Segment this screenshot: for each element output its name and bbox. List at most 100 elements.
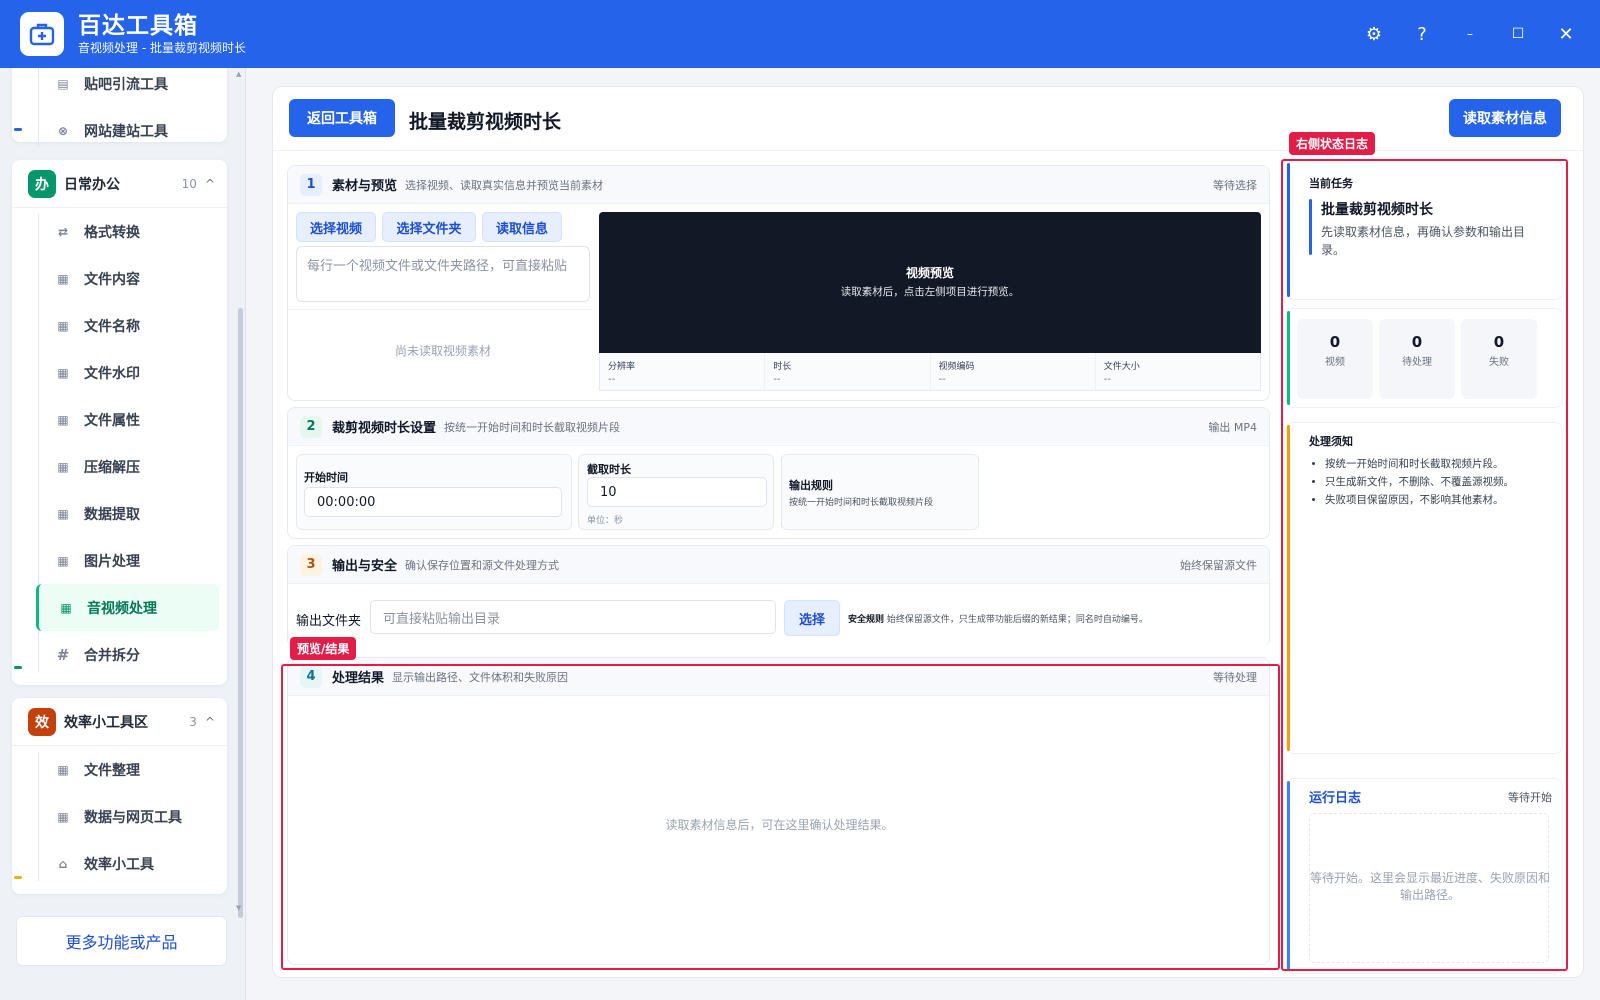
sidebar-item-efficiency-tools[interactable]: ⌂ 效率小工具 — [36, 840, 219, 887]
sidebar-item-compress[interactable]: ▦ 压缩解压 — [36, 443, 219, 490]
duration-input[interactable]: 10 — [587, 477, 767, 507]
scroll-up-icon[interactable]: ▲ — [236, 70, 241, 78]
toolbox-icon: ⌂ — [58, 856, 68, 871]
sidebar-item-website[interactable]: ⊗ 网站建站工具 — [36, 107, 219, 154]
sidebar-item-data-web[interactable]: ▦ 数据与网页工具 — [36, 793, 219, 840]
group-badge: 效 — [28, 707, 56, 736]
collapse-caret-icon[interactable]: ^ — [205, 715, 215, 729]
sidebar-item-tieba[interactable]: ▤ 贴吧引流工具 — [36, 68, 219, 107]
meta-resolution: 分辨率 -- — [600, 353, 766, 390]
globe-icon: ⊗ — [57, 123, 69, 138]
sidebar-item-label: 文件水印 — [84, 365, 140, 382]
read-info-button[interactable]: 读取信息 — [482, 212, 562, 242]
sidebar-scrollbar[interactable] — [238, 308, 243, 918]
help-icon[interactable]: ? — [1398, 14, 1446, 54]
group-header[interactable]: 效 效率小工具区 3 ^ — [12, 698, 227, 746]
stat-pending: 0 待处理 — [1379, 319, 1455, 399]
safety-rule-title: 安全规则 — [848, 615, 885, 625]
more-products-button[interactable]: 更多功能或产品 — [16, 916, 227, 966]
sidebar-item-data-extract[interactable]: ▦ 数据提取 — [36, 490, 219, 537]
annotation-right-tag: 右侧状态日志 — [1289, 132, 1376, 155]
scroll-down-icon[interactable]: ▼ — [236, 904, 241, 912]
results-empty-text: 读取素材信息后，可在这里确认处理结果。 — [665, 818, 894, 832]
sidebar-item-file-name[interactable]: ▦ 文件名称 — [36, 302, 219, 349]
video-path-input[interactable]: 每行一个视频文件或文件夹路径，可直接粘贴 — [296, 246, 590, 302]
section-desc: 按统一开始时间和时长截取视频片段 — [444, 420, 621, 434]
choose-folder-button[interactable]: 选择 — [784, 600, 840, 636]
sidebar-item-label: 网站建站工具 — [84, 123, 168, 140]
group-accent — [14, 128, 22, 131]
stat-label: 视频 — [1325, 357, 1345, 368]
sidebar-group-top: ▤ 贴吧引流工具 ⊗ 网站建站工具 — [12, 68, 227, 148]
swap-icon: ⇄ — [57, 224, 69, 239]
section-title: 处理结果 — [332, 671, 385, 686]
select-video-button[interactable]: 选择视频 — [296, 212, 376, 242]
video-preview[interactable]: 视频预览 读取素材后，点击左侧项目进行预览。 — [599, 212, 1261, 353]
log-area[interactable]: 等待开始。这里会显示最近进度、失败原因和输出路径。 — [1309, 813, 1550, 963]
start-time-input[interactable]: 00:00:00 — [304, 487, 562, 517]
grid-icon: ▦ — [57, 809, 69, 824]
stat-number: 0 — [1411, 333, 1423, 351]
grid-icon: ▦ — [57, 365, 69, 380]
note-item: 只生成新文件，不删除、不覆盖源视频。 — [1325, 473, 1559, 491]
annotation-result-tag: 预览/结果 — [290, 637, 357, 660]
sidebar-item-label: 合并拆分 — [84, 647, 140, 664]
settings-icon[interactable]: ⚙ — [1350, 14, 1398, 54]
grid-icon: ▦ — [57, 271, 69, 286]
sidebar-item-format-convert[interactable]: ⇄ 格式转换 — [36, 208, 219, 255]
hash-icon: # — [56, 645, 70, 664]
duration-label: 截取时长 — [587, 463, 631, 476]
section-number: 4 — [300, 665, 322, 688]
sidebar-item-label: 文件属性 — [84, 412, 140, 429]
output-folder-input[interactable]: 可直接粘贴输出目录 — [370, 600, 776, 634]
meta-label: 时长 — [773, 362, 792, 372]
safety-rule-desc: 始终保留源文件，只生成带功能后缀的新结果；同名时自动编号。 — [886, 615, 1148, 625]
grid-icon: ▦ — [57, 412, 69, 427]
stats-card: 0 视频 0 待处理 0 失败 — [1286, 308, 1563, 408]
sidebar-item-label: 效率小工具 — [84, 856, 154, 873]
meta-value: -- — [608, 374, 616, 385]
maximize-icon[interactable]: ☐ — [1494, 14, 1542, 54]
sidebar-item-merge-split[interactable]: # 合并拆分 — [36, 631, 219, 678]
sidebar-item-file-content[interactable]: ▦ 文件内容 — [36, 255, 219, 302]
sidebar-item-file-props[interactable]: ▦ 文件属性 — [36, 396, 219, 443]
meta-label: 文件大小 — [1103, 362, 1140, 372]
section-output-safety: 3 输出与安全 确认保存位置和源文件处理方式 始终保留源文件 输出文件夹 可直接… — [287, 545, 1270, 647]
sidebar-item-label: 文件整理 — [84, 762, 140, 779]
close-icon[interactable]: ✕ — [1542, 14, 1590, 54]
efficiency-item-list: ▦ 文件整理 ▦ 数据与网页工具 ⌂ 效率小工具 — [12, 746, 227, 887]
minimize-icon[interactable]: – — [1446, 14, 1494, 54]
grid-icon: ▦ — [57, 553, 69, 568]
collapse-caret-icon[interactable]: ^ — [205, 177, 215, 191]
sidebar-item-watermark[interactable]: ▦ 文件水印 — [36, 349, 219, 396]
grid-icon: ▦ — [60, 600, 72, 615]
meta-codec: 视频编码 -- — [931, 353, 1096, 390]
group-count: 10 — [181, 176, 197, 191]
sidebar-item-image[interactable]: ▦ 图片处理 — [36, 537, 219, 584]
note-item: 失败项目保留原因，不影响其他素材。 — [1325, 491, 1559, 509]
group-accent — [14, 876, 22, 879]
empty-material-text: 尚未读取视频素材 — [394, 344, 491, 358]
sidebar: ▤ 贴吧引流工具 ⊗ 网站建站工具 办 日常办公 10 ^ ⇄ 格式转换 ▦ 文件内… — [0, 68, 246, 1000]
section-number: 3 — [300, 553, 322, 576]
card-accent — [1287, 163, 1290, 297]
stat-failed: 0 失败 — [1461, 319, 1537, 399]
section-header: 3 输出与安全 确认保存位置和源文件处理方式 始终保留源文件 — [288, 546, 1269, 584]
notes-title: 处理须知 — [1309, 435, 1353, 448]
sidebar-item-file-organize[interactable]: ▦ 文件整理 — [36, 746, 219, 793]
preview-hint: 读取素材后，点击左侧项目进行预览。 — [840, 286, 1020, 298]
start-time-card: 开始时间 00:00:00 — [296, 454, 572, 530]
section-status: 等待处理 — [1213, 670, 1257, 684]
sidebar-item-av-processing[interactable]: ▦ 音视频处理 — [36, 584, 219, 631]
group-header[interactable]: 办 日常办公 10 ^ — [12, 160, 227, 208]
section-results: 4 处理结果 显示输出路径、文件体积和失败原因 等待处理 读取素材信息后，可在这… — [287, 657, 1270, 965]
notes-card: 处理须知 按统一开始时间和时长截取视频片段。 只生成新文件，不删除、不覆盖源视频… — [1286, 422, 1563, 754]
sidebar-item-label: 文件名称 — [84, 318, 140, 335]
section-number: 2 — [300, 415, 322, 438]
select-folder-button[interactable]: 选择文件夹 — [382, 212, 476, 242]
section-header: 2 裁剪视频时长设置 按统一开始时间和时长截取视频片段 输出 MP4 — [288, 408, 1269, 446]
title-bar: 百达工具箱 音视频处理 - 批量裁剪视频时长 ⚙ ? – ☐ ✕ — [0, 0, 1600, 68]
meta-filesize: 文件大小 -- — [1096, 353, 1260, 390]
read-material-info-button[interactable]: 读取素材信息 — [1449, 99, 1561, 137]
back-to-toolbox-button[interactable]: 返回工具箱 — [289, 99, 395, 137]
